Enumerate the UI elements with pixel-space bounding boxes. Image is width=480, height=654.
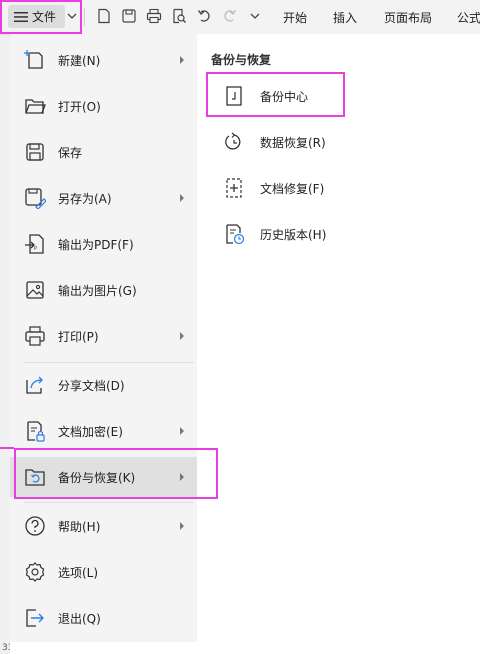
sheet-bottom-strip	[10, 642, 480, 654]
menu-item-label: 另存为(A)	[58, 191, 112, 206]
submenu-item-label: 数据恢复(R)	[260, 135, 326, 150]
encrypt-icon	[27, 421, 45, 442]
chevron-right-icon	[180, 473, 184, 481]
undo-icon[interactable]	[197, 8, 213, 24]
top-toolbar: 文件 开始 插入 页面布局 公式	[0, 0, 480, 35]
save-icon[interactable]	[121, 8, 137, 24]
history-version-icon	[226, 224, 245, 245]
export-pdf-icon: P	[25, 234, 44, 254]
menu-item-backup-restore[interactable]: 备份与恢复(K)	[10, 457, 197, 497]
menu-item-save[interactable]: 保存	[10, 132, 197, 172]
menu-item-label: 备份与恢复(K)	[58, 470, 136, 485]
submenu-item-label: 文档修复(F)	[260, 181, 325, 196]
new-doc-icon[interactable]	[96, 8, 112, 24]
menu-divider	[24, 362, 194, 363]
submenu-item-backup-center[interactable]: 备份中心	[197, 76, 480, 116]
data-recovery-icon	[225, 132, 241, 150]
exit-icon	[26, 609, 44, 627]
menu-item-encrypt[interactable]: 文档加密(E)	[10, 411, 197, 451]
file-menu-panel: 新建(N) 打开(O) 保存 另存为(A) P 输出为PDF(F) 输出为图片(…	[10, 34, 198, 642]
menu-item-export-pdf[interactable]: P 输出为PDF(F)	[10, 224, 197, 264]
toolbar-separator	[84, 8, 85, 26]
menu-item-options[interactable]: 选项(L)	[10, 552, 197, 592]
submenu-item-document-repair[interactable]: 文档修复(F)	[197, 168, 480, 208]
save-as-icon	[25, 188, 46, 209]
menu-item-label: 输出为图片(G)	[58, 283, 137, 298]
backup-restore-submenu: 备份与恢复 备份中心 数据恢复(R) 文档修复(F) 历史版本(H)	[197, 34, 480, 642]
tab-page-layout[interactable]: 页面布局	[384, 9, 432, 26]
print-icon	[25, 326, 45, 346]
redo-icon[interactable]	[221, 8, 237, 24]
submenu-item-label: 备份中心	[260, 89, 309, 104]
print-icon[interactable]	[146, 8, 162, 24]
chevron-right-icon	[180, 427, 184, 435]
menu-item-label: 分享文档(D)	[58, 378, 125, 393]
save-icon	[26, 143, 44, 161]
file-menu-button[interactable]: 文件	[8, 5, 65, 28]
menu-item-new[interactable]: 新建(N)	[10, 40, 197, 80]
menu-item-label: 帮助(H)	[58, 519, 101, 534]
document-repair-icon	[226, 178, 242, 198]
settings-gear-icon	[25, 562, 45, 582]
tab-insert[interactable]: 插入	[333, 9, 357, 26]
menu-item-exit[interactable]: 退出(Q)	[10, 598, 197, 638]
highlight-marker	[0, 447, 14, 449]
chevron-right-icon	[180, 56, 184, 64]
share-icon	[26, 376, 43, 394]
new-icon	[24, 50, 43, 69]
menu-item-label: 保存	[58, 145, 83, 160]
menu-item-label: 打开(O)	[58, 99, 101, 114]
chevron-right-icon	[180, 332, 184, 340]
customize-chevron-icon[interactable]	[247, 8, 263, 24]
tab-formula[interactable]: 公式	[457, 9, 480, 26]
help-icon	[25, 516, 45, 536]
export-image-icon	[26, 281, 44, 299]
submenu-item-history-version[interactable]: 历史版本(H)	[197, 214, 480, 254]
submenu-title: 备份与恢复	[211, 53, 272, 67]
print-preview-icon[interactable]	[171, 8, 187, 24]
menu-item-save-as[interactable]: 另存为(A)	[10, 178, 197, 218]
menu-item-label: 退出(Q)	[58, 611, 101, 626]
backup-center-icon	[226, 86, 242, 106]
menu-divider	[24, 502, 194, 503]
chevron-right-icon	[180, 522, 184, 530]
submenu-item-data-recovery[interactable]: 数据恢复(R)	[197, 122, 480, 162]
menu-item-export-image[interactable]: 输出为图片(G)	[10, 270, 197, 310]
backup-restore-icon	[25, 469, 45, 486]
menu-item-label: 选项(L)	[58, 565, 99, 580]
menu-item-open[interactable]: 打开(O)	[10, 86, 197, 126]
svg-text:P: P	[34, 246, 37, 252]
menu-item-label: 文档加密(E)	[58, 424, 123, 439]
file-menu-label: 文件	[32, 10, 57, 24]
menu-item-label: 新建(N)	[58, 53, 101, 68]
chevron-right-icon	[180, 194, 184, 202]
menu-item-label: 输出为PDF(F)	[58, 237, 134, 252]
menu-item-help[interactable]: 帮助(H)	[10, 506, 197, 546]
menu-item-share[interactable]: 分享文档(D)	[10, 365, 197, 405]
tab-home[interactable]: 开始	[283, 9, 307, 26]
hamburger-icon	[14, 11, 28, 22]
chevron-down-icon[interactable]	[66, 9, 78, 23]
menu-item-print[interactable]: 打印(P)	[10, 316, 197, 356]
menu-item-label: 打印(P)	[58, 329, 99, 344]
open-folder-icon	[25, 99, 46, 114]
submenu-item-label: 历史版本(H)	[260, 227, 327, 242]
